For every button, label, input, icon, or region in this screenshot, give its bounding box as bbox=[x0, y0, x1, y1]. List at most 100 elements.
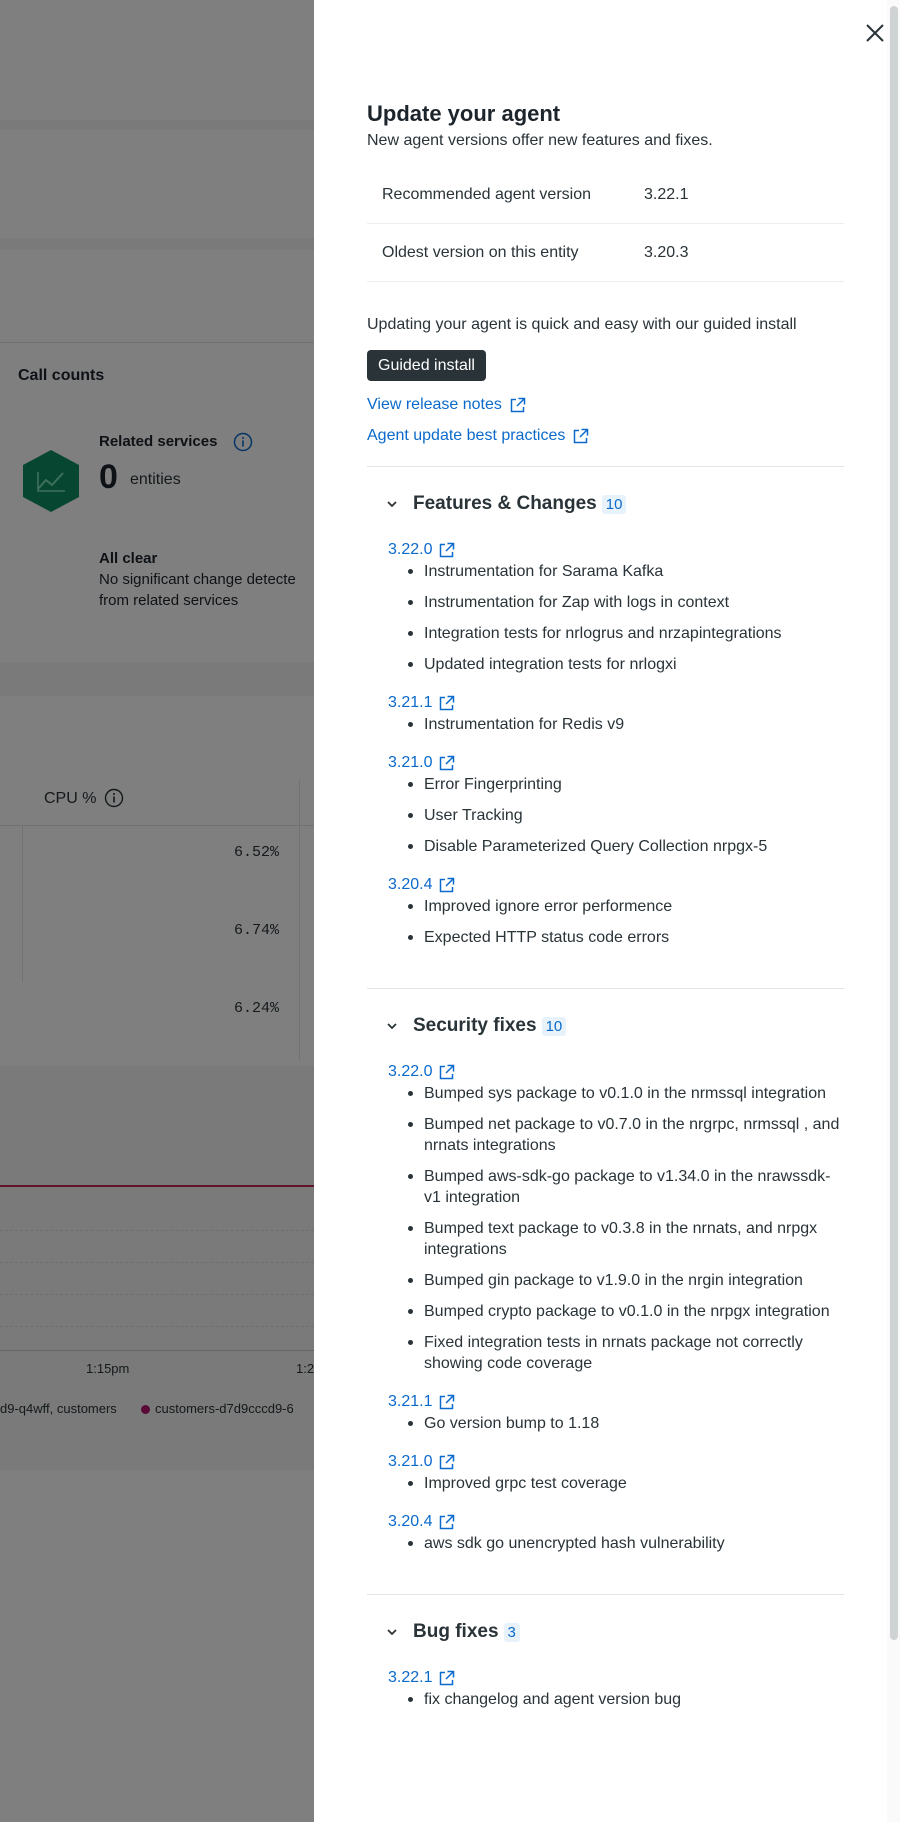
release-version-label: 3.20.4 bbox=[388, 876, 433, 893]
count-badge: 10 bbox=[601, 494, 627, 514]
release-version-link[interactable]: 3.21.1 bbox=[388, 692, 844, 714]
changelog-sections: Features & Changes 10 3.22.0 Instrumentatio… bbox=[367, 466, 844, 1730]
release-item: Bumped aws-sdk-go package to v1.34.0 in … bbox=[406, 1166, 844, 1208]
release-version-label: 3.22.0 bbox=[388, 1063, 433, 1080]
external-link-icon bbox=[440, 695, 455, 710]
release-block: 3.22.0 Instrumentation for Sarama Kafka In… bbox=[388, 539, 844, 675]
release-items: Improved ignore error performence Expecte… bbox=[406, 896, 844, 948]
best-practices-link-label: Agent update best practices bbox=[367, 427, 566, 444]
release-version-label: 3.21.1 bbox=[388, 1393, 433, 1410]
release-block: 3.21.0 Improved grpc test coverage bbox=[388, 1451, 844, 1494]
release-version-label: 3.22.1 bbox=[388, 1669, 433, 1686]
release-version-label: 3.22.0 bbox=[388, 541, 433, 558]
update-agent-drawer: Update your agent New agent versions off… bbox=[314, 0, 900, 1822]
release-version-link[interactable]: 3.22.1 bbox=[388, 1667, 844, 1689]
drawer-subtitle: New agent versions offer new features an… bbox=[367, 132, 713, 149]
external-link-icon bbox=[440, 1670, 455, 1685]
release-items: fix changelog and agent version bug bbox=[406, 1689, 844, 1710]
external-link-icon bbox=[440, 1064, 455, 1079]
release-item: Bumped crypto package to v0.1.0 in the n… bbox=[406, 1301, 844, 1322]
release-item: Improved ignore error performence bbox=[406, 896, 844, 917]
release-items: Error Fingerprinting User Tracking Disable… bbox=[406, 774, 844, 857]
release-item: Error Fingerprinting bbox=[406, 774, 844, 795]
release-item: Disable Parameterized Query Collection n… bbox=[406, 836, 844, 857]
release-item: Fixed integration tests in nrnats packag… bbox=[406, 1332, 844, 1374]
release-item: Go version bump to 1.18 bbox=[406, 1413, 844, 1434]
release-item: Bumped text package to v0.3.8 in the nrn… bbox=[406, 1218, 844, 1260]
guided-install-button[interactable]: Guided install bbox=[367, 350, 486, 381]
release-block: 3.22.1 fix changelog and agent version bu… bbox=[388, 1667, 844, 1710]
external-link-icon bbox=[574, 428, 589, 443]
release-version-link[interactable]: 3.21.1 bbox=[388, 1391, 844, 1413]
version-row: Recommended agent version 3.22.1 bbox=[367, 166, 844, 224]
external-link-icon bbox=[440, 877, 455, 892]
section-toggle[interactable]: Security fixes 10 bbox=[367, 1011, 844, 1041]
release-item: Improved grpc test coverage bbox=[406, 1473, 844, 1494]
release-items: Instrumentation for Sarama Kafka Instrume… bbox=[406, 561, 844, 675]
release-item: Integration tests for nrlogrus and nrzap… bbox=[406, 623, 844, 644]
release-block: 3.20.4 Improved ignore error performence E… bbox=[388, 874, 844, 948]
release-block: 3.21.1 Instrumentation for Redis v9 bbox=[388, 692, 844, 735]
chevron-down-icon bbox=[387, 1629, 397, 1636]
release-block: 3.21.0 Error Fingerprinting User Tracking D… bbox=[388, 752, 844, 857]
section-title: Security fixes bbox=[413, 1015, 537, 1036]
release-item: Instrumentation for Zap with logs in con… bbox=[406, 592, 844, 613]
section-toggle[interactable]: Features & Changes 10 bbox=[367, 489, 844, 519]
chevron-down-icon bbox=[387, 501, 397, 508]
release-block: 3.20.4 aws sdk go unencrypted hash vulner… bbox=[388, 1511, 844, 1554]
external-link-icon bbox=[440, 1514, 455, 1529]
release-version-link[interactable]: 3.20.4 bbox=[388, 874, 844, 896]
release-item: Instrumentation for Sarama Kafka bbox=[406, 561, 844, 582]
release-items: aws sdk go unencrypted hash vulnerabilit… bbox=[406, 1533, 844, 1554]
release-block: 3.22.0 Bumped sys package to v0.1.0 in th… bbox=[388, 1061, 844, 1374]
external-link-icon bbox=[440, 1394, 455, 1409]
release-version-link[interactable]: 3.21.0 bbox=[388, 752, 844, 774]
release-version-label: 3.21.0 bbox=[388, 1453, 433, 1470]
section-divider bbox=[367, 1594, 844, 1595]
release-items: Instrumentation for Redis v9 bbox=[406, 714, 844, 735]
release-version-link[interactable]: 3.22.0 bbox=[388, 1061, 844, 1083]
version-row: Oldest version on this entity 3.20.3 bbox=[367, 224, 844, 282]
version-table: Recommended agent version 3.22.1 Oldest … bbox=[367, 166, 844, 282]
drawer-content: Update your agent New agent versions off… bbox=[367, 100, 844, 1730]
version-value: 3.22.1 bbox=[644, 185, 689, 203]
release-item: aws sdk go unencrypted hash vulnerabilit… bbox=[406, 1533, 844, 1554]
release-version-link[interactable]: 3.20.4 bbox=[388, 1511, 844, 1533]
section-toggle[interactable]: Bug fixes 3 bbox=[367, 1617, 844, 1647]
agent-best-practices-link[interactable]: Agent update best practices bbox=[367, 424, 844, 448]
release-item: Bumped net package to v0.7.0 in the nrgr… bbox=[406, 1114, 844, 1156]
release-item: User Tracking bbox=[406, 805, 844, 826]
release-version-label: 3.21.0 bbox=[388, 754, 433, 771]
release-item: Bumped gin package to v1.9.0 in the nrgi… bbox=[406, 1270, 844, 1291]
release-version-label: 3.20.4 bbox=[388, 1513, 433, 1530]
release-version-link[interactable]: 3.21.0 bbox=[388, 1451, 844, 1473]
section-title: Features & Changes bbox=[413, 493, 597, 514]
close-icon[interactable] bbox=[860, 18, 890, 48]
release-items: Improved grpc test coverage bbox=[406, 1473, 844, 1494]
release-item: Bumped sys package to v0.1.0 in the nrms… bbox=[406, 1083, 844, 1104]
section-title: Bug fixes bbox=[413, 1621, 499, 1642]
view-release-notes-link[interactable]: View release notes bbox=[367, 393, 844, 417]
release-items: Bumped sys package to v0.1.0 in the nrms… bbox=[406, 1083, 844, 1374]
release-notes-link-label: View release notes bbox=[367, 396, 502, 413]
external-link-icon bbox=[510, 397, 526, 412]
count-badge: 3 bbox=[503, 1622, 520, 1642]
release-block: 3.21.1 Go version bump to 1.18 bbox=[388, 1391, 844, 1434]
section-divider bbox=[367, 466, 844, 467]
external-link-icon bbox=[440, 1454, 455, 1469]
guided-install-text: Updating your agent is quick and easy wi… bbox=[367, 316, 797, 333]
version-value: 3.20.3 bbox=[644, 243, 689, 261]
scrollbar-thumb[interactable] bbox=[890, 6, 898, 1640]
release-item: fix changelog and agent version bug bbox=[406, 1689, 844, 1710]
release-items: Go version bump to 1.18 bbox=[406, 1413, 844, 1434]
version-label: Oldest version on this entity bbox=[382, 243, 579, 261]
drawer-title: Update your agent bbox=[367, 101, 561, 126]
release-version-link[interactable]: 3.22.0 bbox=[388, 539, 844, 561]
release-version-label: 3.21.1 bbox=[388, 694, 433, 711]
count-badge: 10 bbox=[541, 1016, 567, 1036]
external-link-icon bbox=[440, 755, 455, 770]
release-item: Instrumentation for Redis v9 bbox=[406, 714, 844, 735]
